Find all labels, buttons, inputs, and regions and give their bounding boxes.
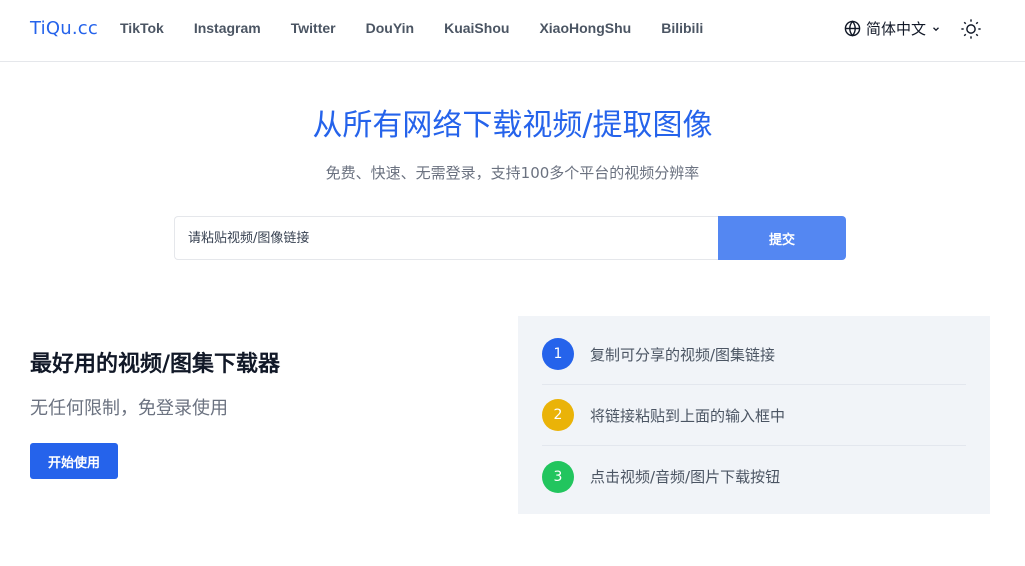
top-header: TiQu.cc TikTok Instagram Twitter DouYin … xyxy=(0,0,1025,62)
step-item: 1 复制可分享的视频/图集链接 xyxy=(542,324,966,385)
submit-button[interactable]: 提交 xyxy=(718,216,846,260)
step-number-badge: 3 xyxy=(542,460,574,493)
feature-subtitle: 无任何限制，免登录使用 xyxy=(30,398,228,419)
feature-title: 最好用的视频/图集下载器 xyxy=(30,352,281,377)
step-text: 将链接粘贴到上面的输入框中 xyxy=(590,406,786,425)
nav-item-instagram[interactable]: Instagram xyxy=(194,20,261,36)
nav-item-tiktok[interactable]: TikTok xyxy=(120,20,164,36)
step-text: 复制可分享的视频/图集链接 xyxy=(590,345,776,364)
language-label: 简体中文 xyxy=(866,20,927,38)
nav-item-kuaishou[interactable]: KuaiShou xyxy=(444,20,509,36)
step-text: 点击视频/音频/图片下载按钮 xyxy=(590,468,781,486)
nav-item-bilibili[interactable]: Bilibili xyxy=(661,20,703,36)
link-search-bar: 提交 xyxy=(174,216,846,260)
site-logo[interactable]: TiQu.cc xyxy=(30,18,98,39)
step-number-badge: 2 xyxy=(542,399,574,431)
steps-panel: 1 复制可分享的视频/图集链接 2 将链接粘贴到上面的输入框中 3 点击视频/音… xyxy=(518,316,990,514)
hero-title: 从所有网络下载视频/提取图像 xyxy=(312,108,713,143)
sun-icon xyxy=(961,19,981,39)
globe-icon xyxy=(844,20,861,37)
chevron-down-icon xyxy=(933,26,939,31)
get-started-button[interactable]: 开始使用 xyxy=(30,443,118,479)
hero-subtitle: 免费、快速、无需登录，支持100多个平台的视频分辨率 xyxy=(325,164,700,182)
step-item: 2 将链接粘贴到上面的输入框中 xyxy=(542,385,966,446)
nav-item-twitter[interactable]: Twitter xyxy=(291,20,336,36)
step-item: 3 点击视频/音频/图片下载按钮 xyxy=(542,446,966,507)
link-input[interactable] xyxy=(174,216,718,260)
nav-item-douyin[interactable]: DouYin xyxy=(366,20,414,36)
step-number-badge: 1 xyxy=(542,338,574,370)
platform-nav: TikTok Instagram Twitter DouYin KuaiShou… xyxy=(120,20,733,36)
nav-item-xiaohongshu[interactable]: XiaoHongShu xyxy=(539,20,631,36)
language-selector[interactable]: 简体中文 xyxy=(844,18,941,39)
theme-toggle-button[interactable] xyxy=(960,18,982,40)
